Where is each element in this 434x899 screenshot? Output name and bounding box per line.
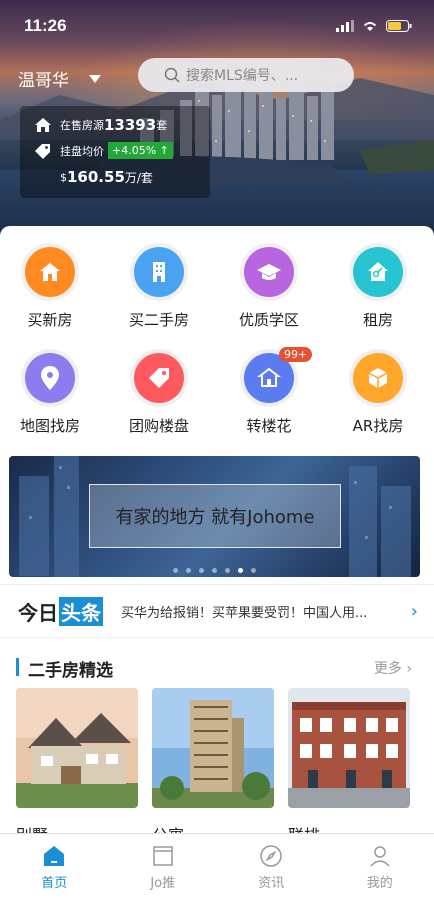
- person-icon: [370, 846, 390, 867]
- bottom-tab-bar: 首页 Jo推 资讯 我的: [0, 833, 434, 899]
- search-icon: [164, 67, 180, 83]
- battery-icon: [386, 17, 412, 36]
- key-house-icon: [368, 262, 388, 281]
- category-resale-home[interactable]: 买二手房: [109, 247, 209, 330]
- wifi-icon: [362, 17, 378, 36]
- chevron-down-icon: [89, 74, 101, 83]
- news-headline[interactable]: 买华为给报销！买苹果要受罚！中国人用...: [121, 602, 411, 621]
- property-cards: 别墅 公寓 联排: [16, 688, 434, 833]
- tab-mine[interactable]: 我的: [326, 834, 434, 899]
- book-icon: [153, 846, 173, 866]
- category-map-search[interactable]: 地图找房: [0, 353, 100, 436]
- avg-price: 160.55: [67, 168, 125, 186]
- tab-home[interactable]: 首页: [0, 834, 109, 899]
- banner-text: 有家的地方 就有Johome: [115, 507, 315, 528]
- property-caption: 联排: [288, 822, 320, 833]
- map-pin-icon: [41, 366, 59, 390]
- property-caption: 公寓: [152, 822, 184, 833]
- more-link[interactable]: 更多 ›: [374, 658, 412, 678]
- cube-icon: [368, 368, 388, 388]
- signal-icon: [336, 17, 354, 36]
- market-stats-box: 在售房源 13393 套 挂盘均价 +4.05% ↑ $ 160.55 万/套: [20, 106, 210, 198]
- category-presale-transfer[interactable]: 99+ 转楼花: [219, 347, 319, 436]
- property-card-villa[interactable]: [16, 688, 138, 808]
- news-ticker[interactable]: 今日 头条 买华为给报销！买苹果要受罚！中国人用... ›: [0, 584, 434, 638]
- city-selector[interactable]: 温哥华: [18, 66, 101, 91]
- home-icon: [44, 846, 65, 866]
- townhouse-image: [288, 688, 410, 808]
- listing-unit: 套: [156, 119, 168, 132]
- banner-caption-box: 有家的地方 就有Johome: [89, 484, 341, 548]
- property-caption: 别墅: [16, 822, 48, 833]
- tab-news[interactable]: 资讯: [217, 834, 326, 899]
- section-title: 二手房精选: [28, 661, 113, 681]
- carousel-dots[interactable]: [9, 568, 420, 573]
- category-school-district[interactable]: 优质学区: [219, 247, 319, 330]
- category-new-home[interactable]: 买新房: [0, 247, 100, 330]
- price-tag-icon: [35, 143, 50, 159]
- status-time: 11:26: [24, 16, 67, 35]
- compass-icon: [260, 845, 282, 867]
- chevron-right-icon[interactable]: ›: [411, 601, 418, 622]
- property-card-townhouse[interactable]: [288, 688, 410, 808]
- house-icon: [40, 263, 60, 281]
- search-input[interactable]: 搜索MLS编号、...: [138, 58, 354, 92]
- transfer-house-icon: [257, 367, 281, 387]
- category-group-buy[interactable]: 团购楼盘: [109, 353, 209, 436]
- badge-count: 99+: [279, 347, 313, 362]
- avg-price-row: 挂盘均价 +4.05% ↑: [34, 142, 173, 159]
- toutiao-logo: 今日 头条: [18, 596, 103, 626]
- listing-label: 在售房源: [60, 119, 104, 132]
- price-change-badge: +4.05% ↑: [108, 142, 173, 159]
- search-placeholder: 搜索MLS编号、...: [186, 68, 299, 84]
- listing-count-row: 在售房源 13393 套: [34, 116, 167, 134]
- promo-banner[interactable]: 有家的地方 就有Johome: [9, 456, 420, 577]
- graduation-cap-icon: [257, 264, 281, 280]
- category-rent[interactable]: 租房: [328, 247, 428, 330]
- property-card-apartment[interactable]: [152, 688, 274, 808]
- house-icon: [35, 118, 51, 132]
- villa-image: [16, 688, 138, 808]
- tag-icon: [149, 368, 169, 388]
- avg-price-label: 挂盘均价: [60, 144, 104, 158]
- building-icon: [153, 262, 165, 282]
- section-accent-bar: [16, 658, 19, 676]
- section-header: 二手房精选 更多 ›: [16, 656, 416, 681]
- status-bar: 11:26: [0, 0, 434, 48]
- avg-price-value: $ 160.55 万/套: [60, 168, 153, 186]
- tab-jo-recommend[interactable]: Jo推: [109, 834, 218, 899]
- category-ar-search[interactable]: AR找房: [328, 353, 428, 436]
- city-label: 温哥华: [18, 71, 69, 91]
- listing-count: 13393: [104, 116, 157, 134]
- apartment-image: [152, 688, 274, 808]
